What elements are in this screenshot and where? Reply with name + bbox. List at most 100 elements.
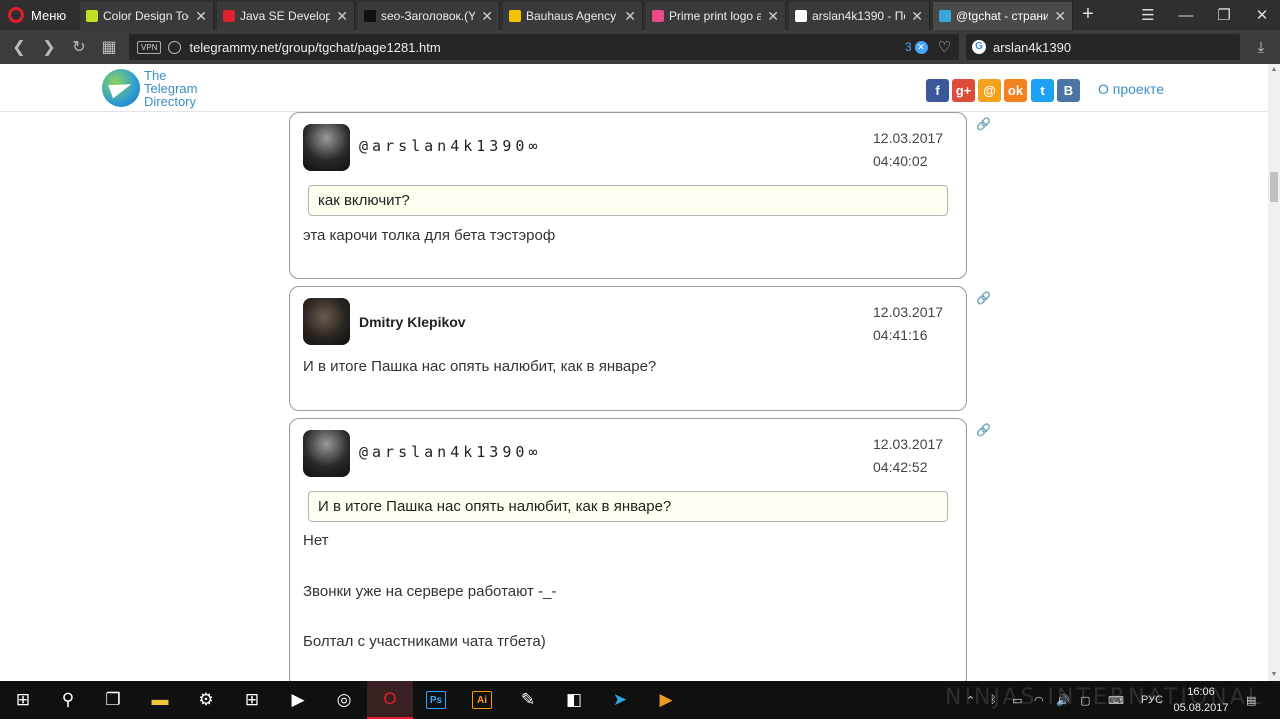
odnoklassniki-icon[interactable]: ok <box>1004 79 1027 102</box>
close-tab-icon[interactable]: ✕ <box>336 8 348 25</box>
notifications-icon[interactable]: ▢ <box>1080 681 1090 719</box>
browser-tab[interactable]: seo-Заголовок.(Yo ✕ <box>358 2 500 30</box>
new-tab-button[interactable]: + <box>1076 2 1100 28</box>
tab-title: @tgchat - страниц <box>956 9 1049 23</box>
photoshop-app[interactable]: Ps <box>413 681 459 719</box>
system-clock[interactable]: 16:06 05.08.2017 <box>1172 684 1230 716</box>
minimize-window-button[interactable]: — <box>1166 0 1206 30</box>
video-editor-app[interactable]: ▶ <box>275 681 321 719</box>
keyboard-icon[interactable]: ⌨ <box>1108 681 1124 719</box>
browser-toolbar: ❮ ❯ ↻ ▦ VPN telegrammy.net/group/tgchat/… <box>0 30 1280 64</box>
browser-tab[interactable]: Prime print logo an ✕ <box>646 2 786 30</box>
scrollbar-thumb[interactable] <box>1270 172 1278 202</box>
back-button[interactable]: ❮ <box>6 34 32 60</box>
page-scrollbar[interactable]: ▲ ▼ <box>1268 64 1280 681</box>
web-page: The Telegram Directory f g+ @ ok t B О проект… <box>0 64 1280 681</box>
url-text[interactable]: telegrammy.net/group/tgchat/page1281.htm <box>189 40 904 55</box>
start-button[interactable]: ⊞ <box>0 681 46 719</box>
scroll-up-arrow-icon[interactable]: ▲ <box>1268 64 1280 76</box>
message-text: эта карочи толка для бета тэстэроф <box>303 227 556 244</box>
browser-tab[interactable]: arslan4k1390 - По ✕ <box>789 2 930 30</box>
facebook-icon[interactable]: f <box>926 79 949 102</box>
task-view-icon: ❐ <box>105 690 121 709</box>
volume-icon[interactable]: 🔊 <box>1056 681 1070 719</box>
maximize-window-button[interactable]: ❐ <box>1204 0 1244 30</box>
battery-icon[interactable]: ▭ <box>1012 681 1022 719</box>
settings-app[interactable]: ⚙ <box>183 681 229 719</box>
message-author[interactable]: @arslan4k1390∞ <box>359 137 541 155</box>
scroll-down-arrow-icon[interactable]: ▼ <box>1268 669 1280 681</box>
file-explorer-app[interactable]: ▬ <box>137 681 183 719</box>
bookmark-heart-icon[interactable]: ♡ <box>938 38 951 56</box>
message-author[interactable]: Dmitry Klepikov <box>359 314 466 330</box>
illustrator-icon: Ai <box>472 691 492 709</box>
ad-blocker-count[interactable]: 3 <box>905 40 912 54</box>
search-button[interactable]: ⚲ <box>45 681 91 719</box>
message-date: 12.03.2017 <box>873 130 944 146</box>
telegram-directory-icon <box>939 10 951 22</box>
mail-ru-icon[interactable]: @ <box>978 79 1001 102</box>
message-date: 12.03.2017 <box>873 436 944 452</box>
close-tab-icon[interactable]: ✕ <box>195 8 207 25</box>
input-language[interactable]: РУС <box>1141 681 1163 719</box>
vkontakte-icon[interactable]: B <box>1057 79 1080 102</box>
close-tab-icon[interactable]: ✕ <box>767 8 779 25</box>
google-plus-icon[interactable]: g+ <box>952 79 975 102</box>
twitter-icon[interactable]: t <box>1031 79 1054 102</box>
browser-menu-label: Меню <box>31 7 67 23</box>
address-bar[interactable]: VPN telegrammy.net/group/tgchat/page1281… <box>129 34 959 60</box>
chrome-like-icon: ◎ <box>336 690 352 709</box>
brand-line: Directory <box>144 94 197 109</box>
quoted-message[interactable]: как включит? <box>308 185 948 216</box>
chrome-like-app[interactable]: ◎ <box>321 681 367 719</box>
close-window-button[interactable]: ✕ <box>1242 0 1280 30</box>
tab-menu-icon[interactable]: ☰ <box>1128 0 1168 30</box>
vpn-badge[interactable]: VPN <box>137 40 162 54</box>
site-brand[interactable]: The Telegram Directory <box>144 69 197 108</box>
speed-dial-icon[interactable]: ▦ <box>96 34 122 60</box>
quoted-message[interactable]: И в итоге Пашка нас опять налюбит, как в… <box>308 491 948 522</box>
message-author[interactable]: @arslan4k1390∞ <box>359 443 541 461</box>
telegram-app[interactable]: ➤ <box>597 681 643 719</box>
browser-tab[interactable]: Java SE Developme ✕ <box>217 2 355 30</box>
browser-menu-button[interactable]: Меню <box>0 0 76 30</box>
message-text: Нет <box>303 532 329 549</box>
code-app[interactable]: ◧ <box>551 681 597 719</box>
telegram-directory-logo-icon[interactable] <box>102 69 140 107</box>
tab-title: arslan4k1390 - По <box>812 9 906 23</box>
media-player-app[interactable]: ▶ <box>643 681 689 719</box>
reload-button[interactable]: ↻ <box>66 34 92 60</box>
forward-button[interactable]: ❯ <box>36 34 62 60</box>
tray-up-arrow-icon[interactable]: ⌃ <box>966 681 975 719</box>
permalink-icon[interactable]: 🔗 <box>976 117 991 131</box>
opera-app[interactable]: O <box>367 681 413 719</box>
wifi-icon[interactable]: ◠ <box>1034 681 1044 719</box>
bluetooth-icon[interactable]: ᛒ <box>990 681 997 719</box>
paint-app[interactable]: ✎ <box>505 681 551 719</box>
avatar[interactable] <box>303 124 350 171</box>
search-box[interactable]: G arslan4k1390 <box>966 34 1240 60</box>
download-icon[interactable]: ⤓ <box>1248 34 1274 60</box>
telegram-icon: ➤ <box>612 690 628 709</box>
task-view-button[interactable]: ❐ <box>90 681 136 719</box>
google-search-icon: G <box>972 40 986 54</box>
close-tab-icon[interactable]: ✕ <box>1054 8 1066 25</box>
site-info-globe-icon[interactable] <box>168 40 182 54</box>
close-tab-icon[interactable]: ✕ <box>624 8 636 25</box>
avatar[interactable] <box>303 430 350 477</box>
illustrator-app[interactable]: Ai <box>459 681 505 719</box>
browser-tab[interactable]: Color Design Tools ✕ <box>80 2 214 30</box>
avatar[interactable] <box>303 298 350 345</box>
store-app[interactable]: ⊞ <box>229 681 275 719</box>
close-tab-icon[interactable]: ✕ <box>911 8 923 25</box>
close-tab-icon[interactable]: ✕ <box>481 8 493 25</box>
browser-tab[interactable]: @tgchat - страниц ✕ <box>933 2 1073 30</box>
permalink-icon[interactable]: 🔗 <box>976 291 991 305</box>
permalink-icon[interactable]: 🔗 <box>976 423 991 437</box>
browser-tab[interactable]: Bauhaus Agency ✕ <box>503 2 643 30</box>
ad-blocker-icon[interactable]: ✕ <box>914 40 928 54</box>
search-query-text[interactable]: arslan4k1390 <box>993 40 1071 55</box>
browser-tab-strip: Меню Color Design Tools✕Java SE Developm… <box>0 0 1280 30</box>
action-center-icon[interactable]: ▤ <box>1246 681 1256 719</box>
about-project-link[interactable]: О проекте <box>1098 81 1164 97</box>
